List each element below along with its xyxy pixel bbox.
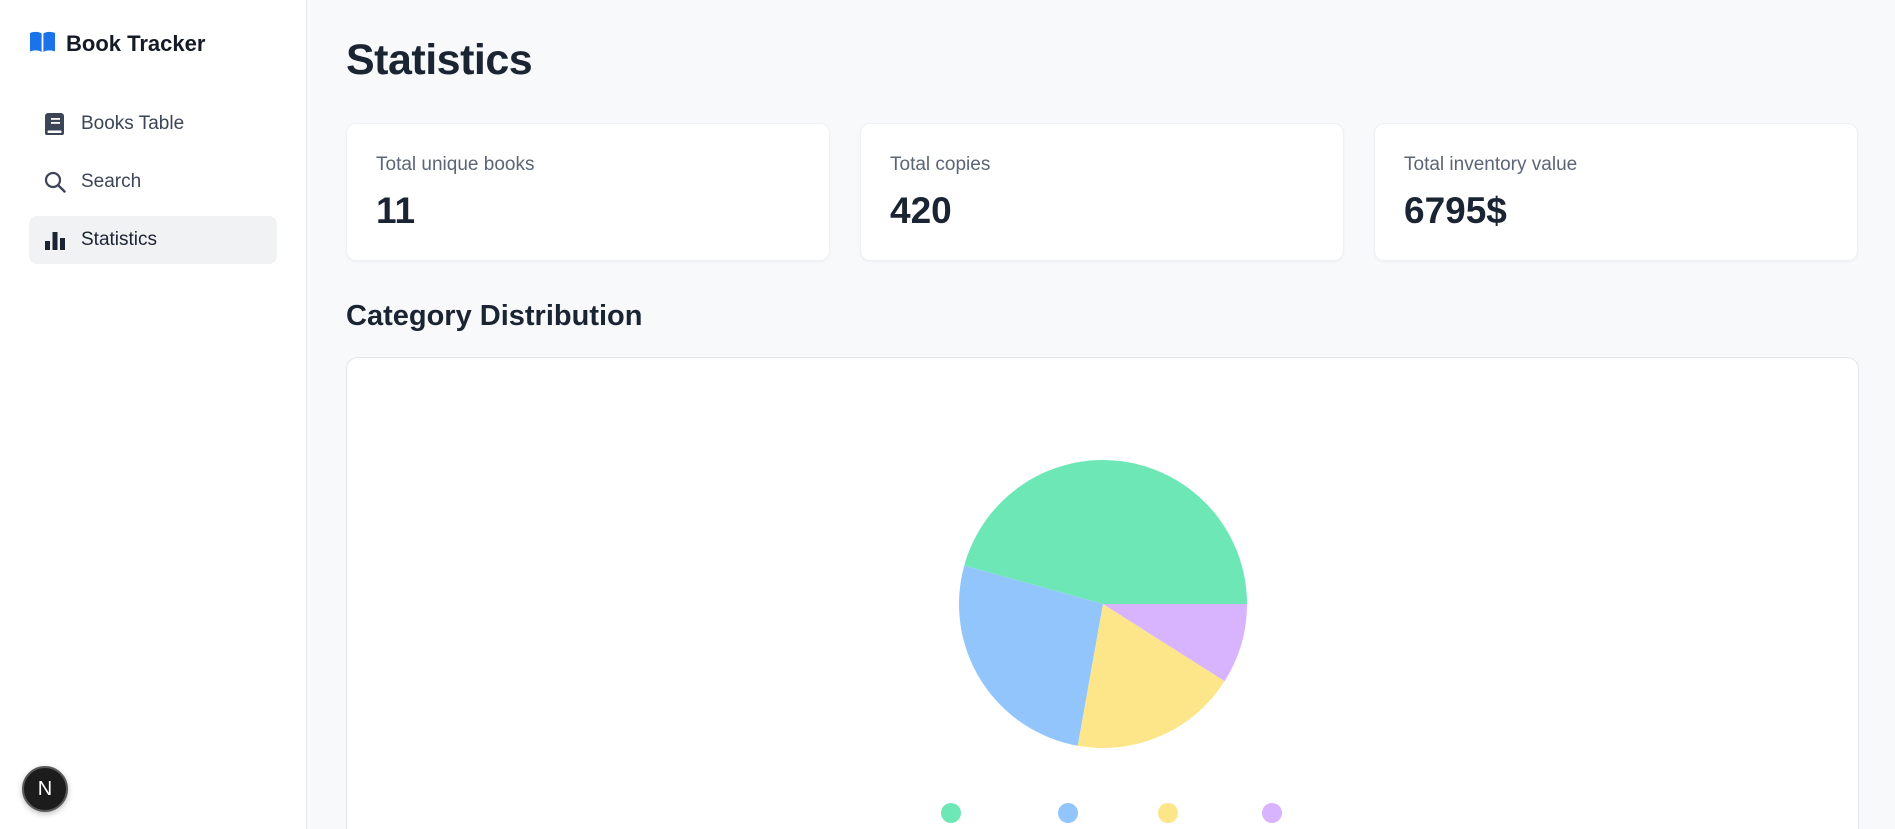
- stat-card-unique-books: Total unique books 11: [346, 123, 830, 261]
- sidebar-item-statistics[interactable]: Statistics: [29, 216, 277, 264]
- search-icon: [43, 170, 67, 194]
- legend-item[interactable]: [941, 803, 961, 823]
- legend-item[interactable]: [1262, 803, 1282, 823]
- sidebar-item-label: Books Table: [81, 113, 185, 134]
- badge-label: N: [37, 777, 53, 800]
- stat-cards: Total unique books 11 Total copies 420 T…: [346, 123, 1859, 261]
- sidebar-item-label: Statistics: [81, 229, 158, 250]
- bar-chart-icon: [43, 228, 67, 252]
- sidebar: Book Tracker Books Table Search Statisti…: [0, 0, 307, 829]
- stat-card-label: Total copies: [890, 154, 991, 175]
- legend-swatch: [1058, 803, 1078, 823]
- legend-item[interactable]: [1058, 803, 1078, 823]
- sidebar-nav: Books Table Search Statistics: [29, 100, 277, 274]
- stat-card-inventory-value: Total inventory value 6795$: [1374, 123, 1858, 261]
- sidebar-item-label: Search: [81, 171, 142, 192]
- next-dev-badge[interactable]: N: [22, 766, 68, 812]
- stat-card-value: 420: [890, 190, 952, 231]
- stat-card-label: Total inventory value: [1404, 154, 1578, 175]
- legend-swatch: [1262, 803, 1282, 823]
- legend-swatch: [1158, 803, 1178, 823]
- main-content: Statistics Total unique books 11 Total c…: [346, 0, 1859, 829]
- sidebar-item-search[interactable]: Search: [29, 158, 277, 206]
- stat-card-value: 11: [376, 190, 416, 231]
- stat-card-label: Total unique books: [376, 154, 535, 175]
- page-title: Statistics: [346, 36, 533, 84]
- legend-swatch: [941, 803, 961, 823]
- stat-card-total-copies: Total copies 420: [860, 123, 1344, 261]
- legend-item[interactable]: [1158, 803, 1178, 823]
- stat-card-value: 6795$: [1404, 190, 1507, 231]
- app-title: Book Tracker: [66, 31, 206, 56]
- category-chart-panel: [346, 357, 1859, 829]
- category-pie-chart: [941, 460, 1282, 823]
- brand[interactable]: Book Tracker: [29, 30, 205, 58]
- book-icon: [43, 112, 67, 136]
- sidebar-item-books-table[interactable]: Books Table: [29, 100, 277, 148]
- open-book-icon: [29, 30, 56, 59]
- section-title: Category Distribution: [346, 300, 643, 332]
